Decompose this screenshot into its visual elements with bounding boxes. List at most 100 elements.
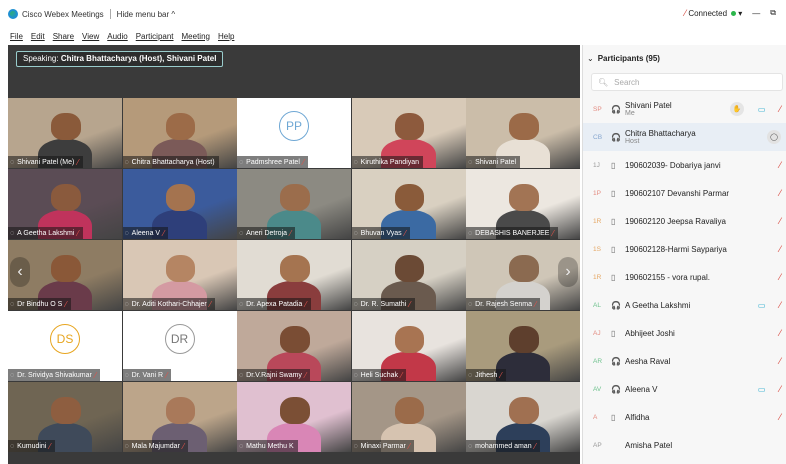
participant-info: 190602039- Dobariya janvi (625, 161, 721, 170)
video-tile[interactable]: ◌ Aneri Detroja ⁄ (237, 169, 351, 239)
video-tile[interactable]: ◌ Dr. Apexa Patadia ⁄ (237, 240, 351, 310)
previous-page-arrow-icon[interactable]: ‹ (10, 257, 30, 287)
video-stage: Speaking: Chitra Bhattacharya (Host), Sh… (8, 45, 580, 464)
phone-icon: ▯ (611, 412, 616, 422)
video-tile[interactable]: ◌ Minaxi Parmar ⁄ (351, 382, 466, 452)
muted-mic-icon[interactable]: ⁄ (779, 216, 781, 226)
phone-icon: ▯ (611, 216, 616, 226)
menu-item-participant[interactable]: Participant (136, 32, 174, 41)
video-tile[interactable]: ◌ Mala Majumdar ⁄ (122, 382, 237, 452)
participant-row[interactable]: AR 🎧 Aesha Raval ⁄ (583, 347, 786, 375)
muted-mic-icon[interactable]: ⁄ (779, 272, 781, 282)
participant-name: Jithesh (475, 371, 498, 379)
participant-row[interactable]: AJ ▯ Abhijeet Joshi ⁄ (583, 319, 786, 347)
chevron-down-icon[interactable]: ⌄ (587, 54, 594, 63)
video-tile[interactable]: ◌ Kumudini ⁄ (8, 382, 122, 452)
menu-item-edit[interactable]: Edit (31, 32, 45, 41)
participant-row[interactable]: AL 🎧 A Geetha Lakshmi ▭ ⁄ (583, 291, 786, 319)
video-tile[interactable]: ◌ Dr.V.Rajni Swamy ⁄ (237, 311, 351, 381)
chat-icon[interactable]: ◯ (767, 130, 781, 144)
person-head (51, 113, 81, 140)
next-page-arrow-icon[interactable]: › (558, 257, 578, 287)
menu-item-meeting[interactable]: Meeting (182, 32, 210, 41)
participant-row[interactable]: AV 🎧 Aleena V ▭ ⁄ (583, 375, 786, 403)
chevron-down-icon: ▾ (736, 9, 743, 18)
muted-mic-icon: ⁄ (163, 228, 165, 238)
speaking-label: Speaking: (23, 54, 59, 63)
muted-mic-icon[interactable]: ⁄ (779, 356, 781, 366)
avatar: AV (593, 385, 602, 393)
participant-status: ◯ (767, 123, 781, 151)
video-tile[interactable]: ◌ DEBASHIS BANERJEE ⁄ (466, 169, 580, 239)
nameplate: ◌ Dr.V.Rajni Swamy ⁄ (237, 369, 311, 381)
participant-row[interactable]: 1P ▯ 190602107 Devanshi Parmar ⁄ (583, 179, 786, 207)
webex-logo-icon (8, 9, 18, 19)
participants-header[interactable]: ⌄ Participants (95) (583, 51, 660, 65)
muted-mic-icon: ⁄ (552, 228, 554, 238)
headset-icon: ◌ (124, 300, 129, 308)
participant-status: ⁄ (779, 151, 781, 179)
participant-status: ▭ ⁄ (758, 291, 781, 319)
headset-icon: ◌ (239, 229, 244, 237)
muted-mic-icon[interactable]: ⁄ (779, 412, 781, 422)
video-tile[interactable]: ◌ Chitra Bhattacharya (Host) (122, 98, 237, 168)
participant-row[interactable]: A ▯ Alfidha ⁄ (583, 403, 786, 431)
video-tile[interactable]: PP ◌ Padmshree Patel ⁄ (237, 98, 351, 168)
participant-name: mohammed aman (475, 442, 532, 450)
app-title: Cisco Webex Meetings (22, 9, 104, 19)
headset-icon: 🎧 (611, 384, 621, 394)
video-tile[interactable]: ◌ Kiruthika Pandiyan (351, 98, 466, 168)
video-tile[interactable]: ◌ Dr. R. Sumathi ⁄ (351, 240, 466, 310)
search-input[interactable]: Search (614, 78, 639, 87)
avatar: DS (50, 324, 80, 354)
muted-mic-icon[interactable]: ⁄ (779, 104, 781, 114)
headset-icon: ◌ (353, 229, 358, 237)
participant-row[interactable]: 1S ▯ 190602128-Harmi Saypariya ⁄ (583, 235, 786, 263)
camera-icon: ▭ (757, 104, 766, 114)
raise-hand-icon[interactable]: ✋ (729, 102, 744, 116)
video-tile[interactable]: ◌ Aleena V ⁄ (122, 169, 237, 239)
connection-status[interactable]: ⁄ Connected ▾ (685, 8, 743, 18)
muted-mic-icon[interactable]: ⁄ (779, 188, 781, 198)
video-tile[interactable]: ◌ A Geetha Lakshmi ⁄ (8, 169, 122, 239)
menu-item-view[interactable]: View (82, 32, 99, 41)
menu-item-audio[interactable]: Audio (107, 32, 127, 41)
video-tile[interactable]: ◌ Shivani Patel (466, 98, 580, 168)
video-tile[interactable]: ◌ Heli Suchak ⁄ (351, 311, 466, 381)
video-tile[interactable]: ◌ Jithesh ⁄ (466, 311, 580, 381)
video-tile[interactable]: ◌ mohammed aman ⁄ (466, 382, 580, 452)
participant-name: Dr. Srividya Shivakumar (17, 371, 92, 379)
menu-item-file[interactable]: File (10, 32, 23, 41)
muted-mic-icon: ⁄ (534, 299, 537, 309)
nameplate: ◌ Dr. Rajesh Senma ⁄ (466, 298, 541, 310)
menu-item-help[interactable]: Help (218, 32, 234, 41)
participant-search[interactable]: 🔍︎ Search (591, 73, 783, 91)
participant-row[interactable]: 1J ▯ 190602039- Dobariya janvi ⁄ (583, 151, 786, 179)
muted-mic-icon[interactable]: ⁄ (779, 244, 781, 254)
muted-mic-icon[interactable]: ⁄ (779, 328, 781, 338)
video-tile[interactable]: ◌ Mathu Methu K (237, 382, 351, 452)
nameplate: ◌ A Geetha Lakshmi ⁄ (8, 227, 83, 239)
menu-item-share[interactable]: Share (53, 32, 74, 41)
muted-mic-icon: ⁄ (305, 299, 307, 309)
muted-mic-icon[interactable]: ⁄ (779, 160, 781, 170)
video-tile[interactable]: ◌ Dr. Aditi Kothari-Chhajer ⁄ (122, 240, 237, 310)
video-tile[interactable]: DR ◌ Dr. Vani R ⁄ (122, 311, 237, 381)
participant-row[interactable]: SP 🎧 Shivani Patel Me ✋ ▭ ⁄ (583, 95, 786, 123)
participant-row[interactable]: AP Amisha Patel (583, 431, 786, 459)
video-tile[interactable]: ◌ Bhuvan Vyas ⁄ (351, 169, 466, 239)
restore-button[interactable]: ⧉ (770, 8, 776, 18)
nameplate: ◌ Jithesh ⁄ (466, 369, 506, 381)
muted-mic-icon[interactable]: ⁄ (779, 300, 781, 310)
participant-row[interactable]: 1R ▯ 190602155 - vora rupal. ⁄ (583, 263, 786, 291)
participant-row[interactable]: CB 🎧 Chitra Bhattacharya Host ◯ (583, 123, 786, 151)
hide-menu-bar-button[interactable]: Hide menu bar ^ (117, 10, 175, 19)
minimize-button[interactable]: — (752, 9, 760, 18)
participant-status: ⁄ (779, 235, 781, 263)
muted-mic-icon[interactable]: ⁄ (779, 384, 781, 394)
video-tile[interactable]: ◌ Shivani Patel (Me) ⁄ (8, 98, 122, 168)
person-head (280, 397, 310, 424)
participant-row[interactable]: 1R ▯ 190602120 Jeepsa Ravaliya ⁄ (583, 207, 786, 235)
muted-mic-icon: ⁄ (404, 228, 407, 238)
video-tile[interactable]: DS▲◌Dr. Srividya Shivakumar⁄ (8, 311, 122, 381)
